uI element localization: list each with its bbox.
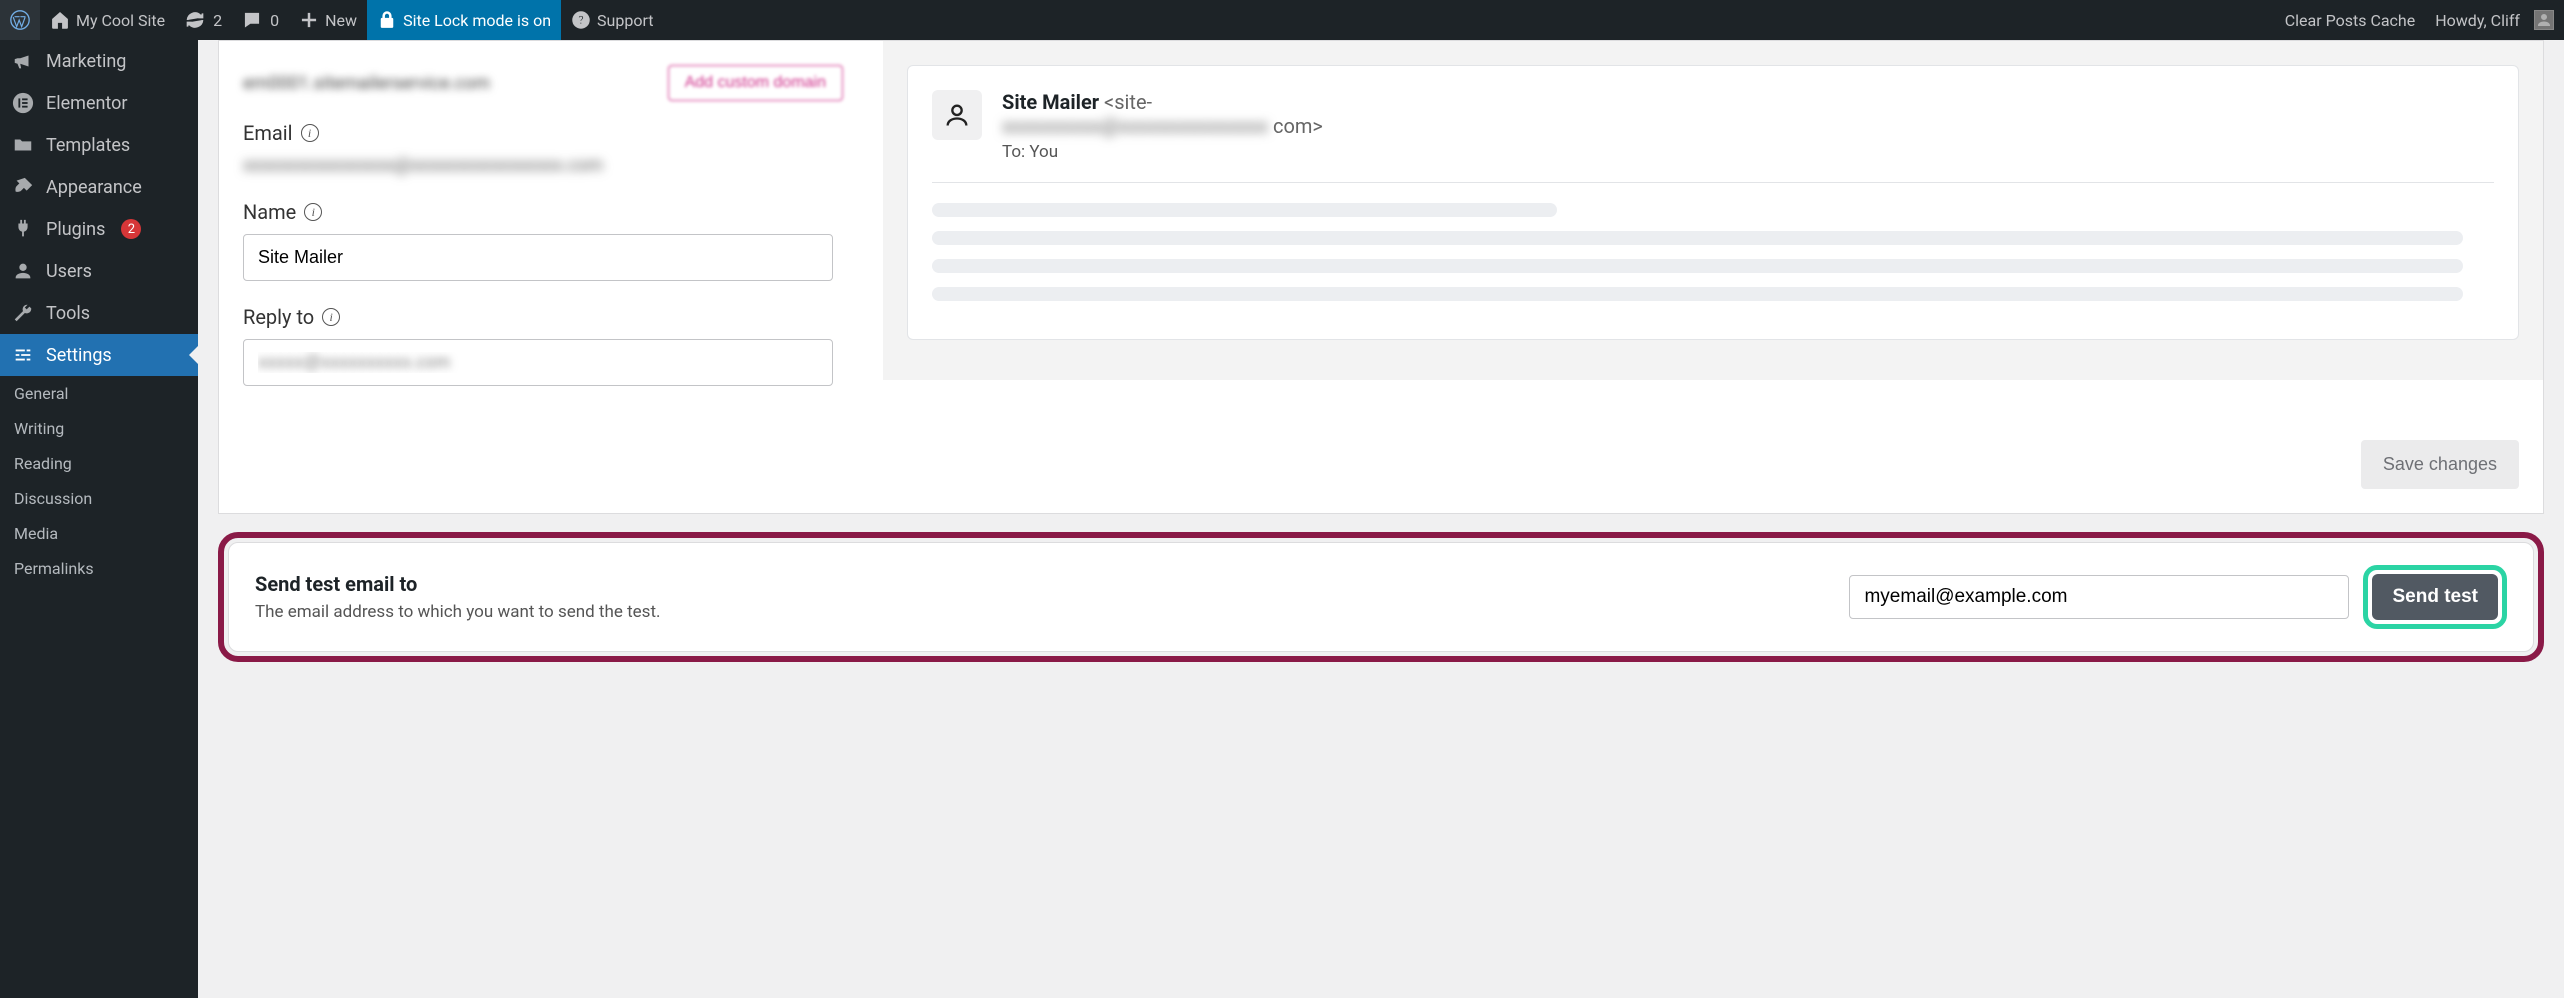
reply-to-input[interactable] xyxy=(243,339,833,386)
annotation-highlight: Send test email to The email address to … xyxy=(218,532,2544,662)
send-test-title: Send test email to xyxy=(255,572,661,596)
new-content-link[interactable]: New xyxy=(289,0,367,40)
sidebar-item-label: Templates xyxy=(46,135,130,156)
email-field-value: xxxxxxxxxxxxxxxxx@xxxxxxxxxxxxxxxxx.com xyxy=(243,155,843,176)
skeleton-line xyxy=(932,203,1557,217)
plugins-update-badge: 2 xyxy=(121,219,141,239)
sender-settings-panel: em0001.sitemailerservice.com Add custom … xyxy=(218,40,2544,514)
email-preview: Site Mailer <site- xxxxxxxxxx@xxxxxxxxxx… xyxy=(883,41,2543,380)
lock-label: Site Lock mode is on xyxy=(403,11,551,30)
home-icon xyxy=(50,10,70,30)
annotation-highlight: Send test xyxy=(2363,565,2507,629)
updates-link[interactable]: 2 xyxy=(175,0,232,40)
sidebar-item-tools[interactable]: Tools xyxy=(0,292,198,334)
save-changes-button[interactable]: Save changes xyxy=(2361,440,2519,489)
sidebar-item-label: Marketing xyxy=(46,51,126,72)
user-avatar-icon xyxy=(2534,10,2554,30)
preview-to-line: To: You xyxy=(1002,142,1323,162)
wrench-icon xyxy=(12,302,34,324)
sidebar-item-elementor[interactable]: Elementor xyxy=(0,82,198,124)
name-field-label: Name i xyxy=(243,200,843,224)
sidebar-item-appearance[interactable]: Appearance xyxy=(0,166,198,208)
comments-count: 0 xyxy=(270,11,279,30)
from-name-input[interactable] xyxy=(243,234,833,281)
sidebar-sub-writing[interactable]: Writing xyxy=(0,411,198,446)
sidebar-sub-media[interactable]: Media xyxy=(0,516,198,551)
sidebar-item-label: Appearance xyxy=(46,177,142,198)
new-label: New xyxy=(325,11,357,30)
wordpress-icon xyxy=(10,10,30,30)
skeleton-line xyxy=(932,231,2463,245)
info-icon[interactable]: i xyxy=(301,124,319,142)
sidebar-item-settings[interactable]: Settings xyxy=(0,334,198,376)
sidebar-item-label: Elementor xyxy=(46,93,128,114)
divider xyxy=(932,182,2494,183)
sidebar-sub-permalinks[interactable]: Permalinks xyxy=(0,551,198,586)
sidebar-item-label: Tools xyxy=(46,303,90,324)
admin-toolbar: My Cool Site 2 0 New Site Lock mode is o… xyxy=(0,0,2564,40)
preview-card: Site Mailer <site- xxxxxxxxxx@xxxxxxxxxx… xyxy=(907,65,2519,340)
user-icon xyxy=(12,260,34,282)
sidebar-item-label: Users xyxy=(46,261,92,282)
sidebar-item-label: Settings xyxy=(46,345,112,366)
skeleton-line xyxy=(932,287,2463,301)
preview-from-line: Site Mailer <site- xxxxxxxxxx@xxxxxxxxxx… xyxy=(1002,90,1323,138)
refresh-icon xyxy=(185,10,205,30)
updates-count: 2 xyxy=(213,11,222,30)
brush-icon xyxy=(12,176,34,198)
sidebar-item-users[interactable]: Users xyxy=(0,250,198,292)
main-content: em0001.sitemailerservice.com Add custom … xyxy=(198,40,2564,998)
site-lock-indicator[interactable]: Site Lock mode is on xyxy=(367,0,561,40)
test-email-input[interactable] xyxy=(1849,575,2349,619)
sidebar-sub-discussion[interactable]: Discussion xyxy=(0,481,198,516)
site-name: My Cool Site xyxy=(76,11,165,30)
comments-link[interactable]: 0 xyxy=(232,0,289,40)
sidebar-sub-reading[interactable]: Reading xyxy=(0,446,198,481)
info-icon[interactable]: i xyxy=(322,308,340,326)
send-test-button[interactable]: Send test xyxy=(2372,574,2498,620)
admin-sidebar: Marketing Elementor Templates Appearance… xyxy=(0,40,198,998)
sliders-icon xyxy=(12,344,34,366)
megaphone-icon xyxy=(12,50,34,72)
clear-cache-label: Clear Posts Cache xyxy=(2285,11,2416,30)
site-name-link[interactable]: My Cool Site xyxy=(40,0,175,40)
skeleton-line xyxy=(932,259,2463,273)
plug-icon xyxy=(12,218,34,240)
send-test-panel: Send test email to The email address to … xyxy=(228,542,2534,652)
folder-icon xyxy=(12,134,34,156)
support-link[interactable]: ? Support xyxy=(561,0,663,40)
wp-logo[interactable] xyxy=(0,0,40,40)
sidebar-item-marketing[interactable]: Marketing xyxy=(0,40,198,82)
svg-text:?: ? xyxy=(578,13,584,27)
lock-icon xyxy=(377,10,397,30)
settings-submenu: General Writing Reading Discussion Media… xyxy=(0,376,198,586)
clear-cache-link[interactable]: Clear Posts Cache xyxy=(2275,0,2426,40)
elementor-icon xyxy=(12,92,34,114)
send-test-description: The email address to which you want to s… xyxy=(255,602,661,622)
plus-icon xyxy=(299,10,319,30)
sidebar-item-templates[interactable]: Templates xyxy=(0,124,198,166)
sidebar-item-plugins[interactable]: Plugins 2 xyxy=(0,208,198,250)
add-custom-domain-button[interactable]: Add custom domain xyxy=(668,65,843,101)
support-label: Support xyxy=(597,11,653,30)
sidebar-item-label: Plugins xyxy=(46,219,105,240)
howdy-text: Howdy, Cliff xyxy=(2435,11,2520,30)
sender-form: em0001.sitemailerservice.com Add custom … xyxy=(243,65,843,410)
reply-to-field-label: Reply to i xyxy=(243,305,843,329)
sidebar-sub-general[interactable]: General xyxy=(0,376,198,411)
preview-sender-avatar-icon xyxy=(932,90,982,140)
info-icon[interactable]: i xyxy=(304,203,322,221)
help-icon: ? xyxy=(571,10,591,30)
comment-icon xyxy=(242,10,262,30)
email-field-label: Email i xyxy=(243,121,843,145)
sending-domain: em0001.sitemailerservice.com xyxy=(243,73,490,94)
account-menu[interactable]: Howdy, Cliff xyxy=(2425,0,2564,40)
